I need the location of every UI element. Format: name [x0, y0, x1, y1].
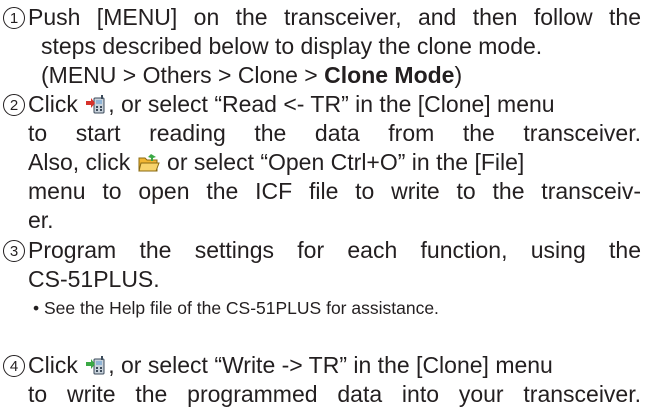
step-1-line-2: steps described below to display the clo… — [41, 33, 543, 59]
write-to-transceiver-icon[interactable] — [85, 355, 107, 375]
step-1-line-3: (MENU > Others > Clone > Clone Mode) — [41, 62, 641, 88]
step-2-line-4: menu to open the ICF file to write to th… — [28, 178, 641, 204]
step-2-click-text: Click — [28, 91, 85, 117]
step-number-4: 4 — [3, 355, 25, 377]
step-number-1: 1 — [3, 7, 25, 29]
step-1-line-1: Push [MENU] on the transceiver, and then… — [28, 4, 641, 30]
step-2-read-text: , or select “Read <- TR” in the [Clone] … — [108, 91, 555, 117]
step-4-line-2: to write the programmed data into your t… — [28, 381, 641, 407]
menu-path: (MENU > Others > Clone > — [41, 62, 325, 88]
menu-path-end: ) — [454, 62, 463, 88]
step-4-click-text: Click — [28, 352, 85, 378]
open-folder-icon[interactable] — [138, 152, 160, 172]
step-3-line-2: CS-51PLUS. — [28, 266, 160, 292]
step-4-line-1: Click , or select “Write -> TR” in the [… — [28, 352, 641, 378]
clone-mode-label: Clone Mode — [324, 62, 455, 88]
step-number-2: 2 — [3, 94, 25, 116]
step-2-open-text: or select “Open Ctrl+O” in the [File] — [160, 149, 525, 175]
step-number-3: 3 — [3, 240, 25, 262]
step-2-line-5: er. — [28, 207, 54, 233]
read-from-transceiver-icon[interactable] — [85, 94, 107, 114]
step-4-write-text: , or select “Write -> TR” in the [Clone]… — [108, 352, 553, 378]
instruction-page: 1 Push [MENU] on the transceiver, and th… — [0, 0, 645, 416]
step-3-note: • See the Help file of the CS-51PLUS for… — [33, 298, 439, 318]
step-2-line-1: Click , or select “Read <- TR” in the [C… — [28, 91, 641, 117]
step-2-line-3: Also, click or select “Open Ctrl+O” in t… — [28, 149, 641, 175]
step-3-line-1: Program the settings for each function, … — [28, 237, 641, 263]
step-2-line-2: to start reading the data from the trans… — [28, 120, 641, 146]
step-2-also-text: Also, click — [28, 149, 137, 175]
